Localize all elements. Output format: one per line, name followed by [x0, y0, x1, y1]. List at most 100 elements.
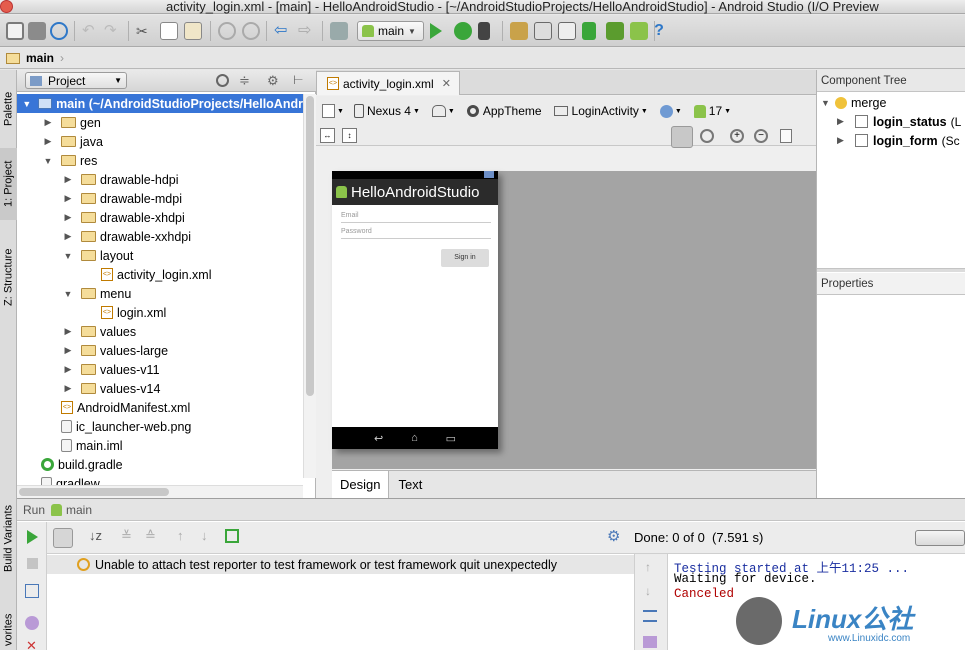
tree-item[interactable]: ▼ main (~/AndroidStudioProjects/HelloAndr: [17, 94, 303, 113]
test-message-row[interactable]: Unable to attach test reporter to test f…: [47, 555, 634, 574]
find-icon[interactable]: [218, 22, 236, 40]
tree-item[interactable]: <> login.xml: [17, 303, 302, 322]
theme-dropdown[interactable]: AppTheme: [483, 104, 542, 118]
email-field[interactable]: Email: [341, 212, 491, 223]
vertical-scrollbar[interactable]: [303, 94, 316, 478]
tree-node-login-status[interactable]: ▶ login_status (L: [837, 112, 965, 131]
export-icon[interactable]: [225, 529, 239, 543]
previous-failed-icon[interactable]: ↑: [177, 528, 184, 543]
scroll-down-icon[interactable]: ↓: [645, 584, 651, 598]
tree-item[interactable]: ▶ values-large: [17, 341, 302, 360]
tree-item[interactable]: ▼ layout: [17, 246, 302, 265]
zoom-fit-icon[interactable]: [671, 126, 693, 148]
tab-design[interactable]: Design: [332, 471, 390, 498]
project-tab[interactable]: 1: Project: [0, 148, 17, 220]
print-icon[interactable]: [643, 636, 657, 648]
hide-panel-icon[interactable]: ⊢: [293, 73, 303, 87]
scroll-up-icon[interactable]: ↑: [645, 560, 651, 574]
close-window-button[interactable]: [0, 0, 13, 13]
close-tab-icon[interactable]: ✕: [442, 77, 451, 90]
chevron-right-icon[interactable]: ▶: [43, 136, 53, 147]
tree-item[interactable]: ▶ drawable-xhdpi: [17, 208, 302, 227]
sdk-manager-icon[interactable]: [558, 22, 576, 40]
horizontal-scrollbar[interactable]: [17, 485, 303, 498]
tree-item[interactable]: ▶ drawable-mdpi: [17, 189, 302, 208]
chevron-right-icon[interactable]: ▶: [63, 364, 73, 375]
run-config-dropdown[interactable]: main ▼: [357, 21, 424, 41]
zoom-in-icon[interactable]: +: [730, 129, 744, 143]
tree-item[interactable]: ▶ values-v14: [17, 379, 302, 398]
redo-icon[interactable]: ↷: [104, 22, 122, 40]
layout-icon[interactable]: [25, 584, 39, 598]
build-module-icon[interactable]: [330, 22, 348, 40]
avd-manager-icon[interactable]: [606, 22, 624, 40]
tree-item[interactable]: <> AndroidManifest.xml: [17, 398, 302, 417]
collapse-all-icon[interactable]: ≑: [239, 73, 250, 89]
gear-icon[interactable]: ⚙: [607, 527, 620, 545]
zoom-out-icon[interactable]: −: [754, 129, 768, 143]
panel-divider[interactable]: [817, 268, 965, 272]
stop-icon[interactable]: [27, 558, 38, 569]
tree-item[interactable]: ▶ java: [17, 132, 302, 151]
tree-node-merge[interactable]: ▼ merge: [821, 94, 965, 112]
favorites-tab[interactable]: vorites: [0, 610, 17, 650]
tree-item[interactable]: ▶ values-v11: [17, 360, 302, 379]
orientation-icon[interactable]: [431, 105, 446, 117]
sync-gradle-icon[interactable]: [582, 22, 596, 40]
structure-tab[interactable]: Z: Structure: [0, 238, 17, 316]
cut-icon[interactable]: ✂: [136, 22, 154, 40]
chevron-right-icon[interactable]: ▶: [63, 231, 73, 242]
replace-icon[interactable]: [242, 22, 260, 40]
settings-icon[interactable]: [510, 22, 528, 40]
activity-dropdown[interactable]: LoginActivity: [572, 104, 639, 118]
pin-icon[interactable]: [25, 616, 39, 630]
tree-item[interactable]: ▶ drawable-hdpi: [17, 170, 302, 189]
tree-item[interactable]: build.gradle: [17, 455, 302, 474]
back-icon[interactable]: ⇦: [274, 22, 292, 40]
gear-icon[interactable]: ⚙: [267, 73, 279, 89]
fill-height-icon[interactable]: ↕: [342, 128, 357, 143]
tree-item[interactable]: ▼ menu: [17, 284, 302, 303]
palette-tab[interactable]: Palette: [0, 78, 17, 140]
config-icon[interactable]: [322, 104, 335, 118]
android-monitor-icon[interactable]: [630, 22, 648, 40]
rerun-icon[interactable]: [27, 530, 38, 544]
breadcrumb-main[interactable]: main: [26, 51, 54, 65]
chevron-right-icon[interactable]: ▶: [63, 383, 73, 394]
tree-item[interactable]: ▶ gen: [17, 113, 302, 132]
soft-wrap-icon[interactable]: [643, 610, 657, 622]
attach-debugger-icon[interactable]: [478, 22, 490, 40]
collapse-all-icon[interactable]: ≙: [145, 528, 156, 544]
locate-icon[interactable]: [216, 74, 229, 87]
debug-icon[interactable]: [454, 22, 472, 40]
sync-icon[interactable]: [50, 22, 68, 40]
undo-icon[interactable]: ↶: [82, 22, 100, 40]
tree-item[interactable]: main.iml: [17, 436, 302, 455]
chevron-down-icon[interactable]: ▼: [63, 251, 73, 261]
tree-item[interactable]: ic_launcher-web.png: [17, 417, 302, 436]
zoom-actual-icon[interactable]: [700, 129, 714, 143]
help-icon[interactable]: ?: [650, 22, 668, 40]
forward-icon[interactable]: ⇨: [298, 22, 316, 40]
test-tree-toggle-icon[interactable]: [53, 528, 73, 548]
build-variants-tab[interactable]: Build Variants: [0, 498, 17, 578]
copy-icon[interactable]: [160, 22, 178, 40]
paste-icon[interactable]: [184, 22, 202, 40]
locale-icon[interactable]: [659, 104, 673, 118]
refresh-icon[interactable]: [780, 129, 792, 143]
chevron-right-icon[interactable]: ▶: [63, 174, 73, 185]
api-level-dropdown[interactable]: 17: [709, 104, 722, 118]
run-icon[interactable]: [430, 23, 442, 39]
save-icon[interactable]: [28, 22, 46, 40]
chevron-right-icon[interactable]: ▶: [63, 326, 73, 337]
chevron-down-icon[interactable]: ▼: [63, 289, 73, 299]
project-structure-icon[interactable]: [534, 22, 552, 40]
fill-width-icon[interactable]: ↔: [320, 128, 335, 143]
device-dropdown[interactable]: Nexus 4: [367, 104, 411, 118]
chevron-right-icon[interactable]: ▶: [63, 212, 73, 223]
chevron-right-icon[interactable]: ▶: [63, 193, 73, 204]
password-field[interactable]: Password: [341, 228, 491, 239]
tab-text[interactable]: Text: [389, 471, 431, 498]
tree-item[interactable]: ▼ res: [17, 151, 302, 170]
tab-activity-login[interactable]: <> activity_login.xml ✕: [316, 71, 460, 95]
